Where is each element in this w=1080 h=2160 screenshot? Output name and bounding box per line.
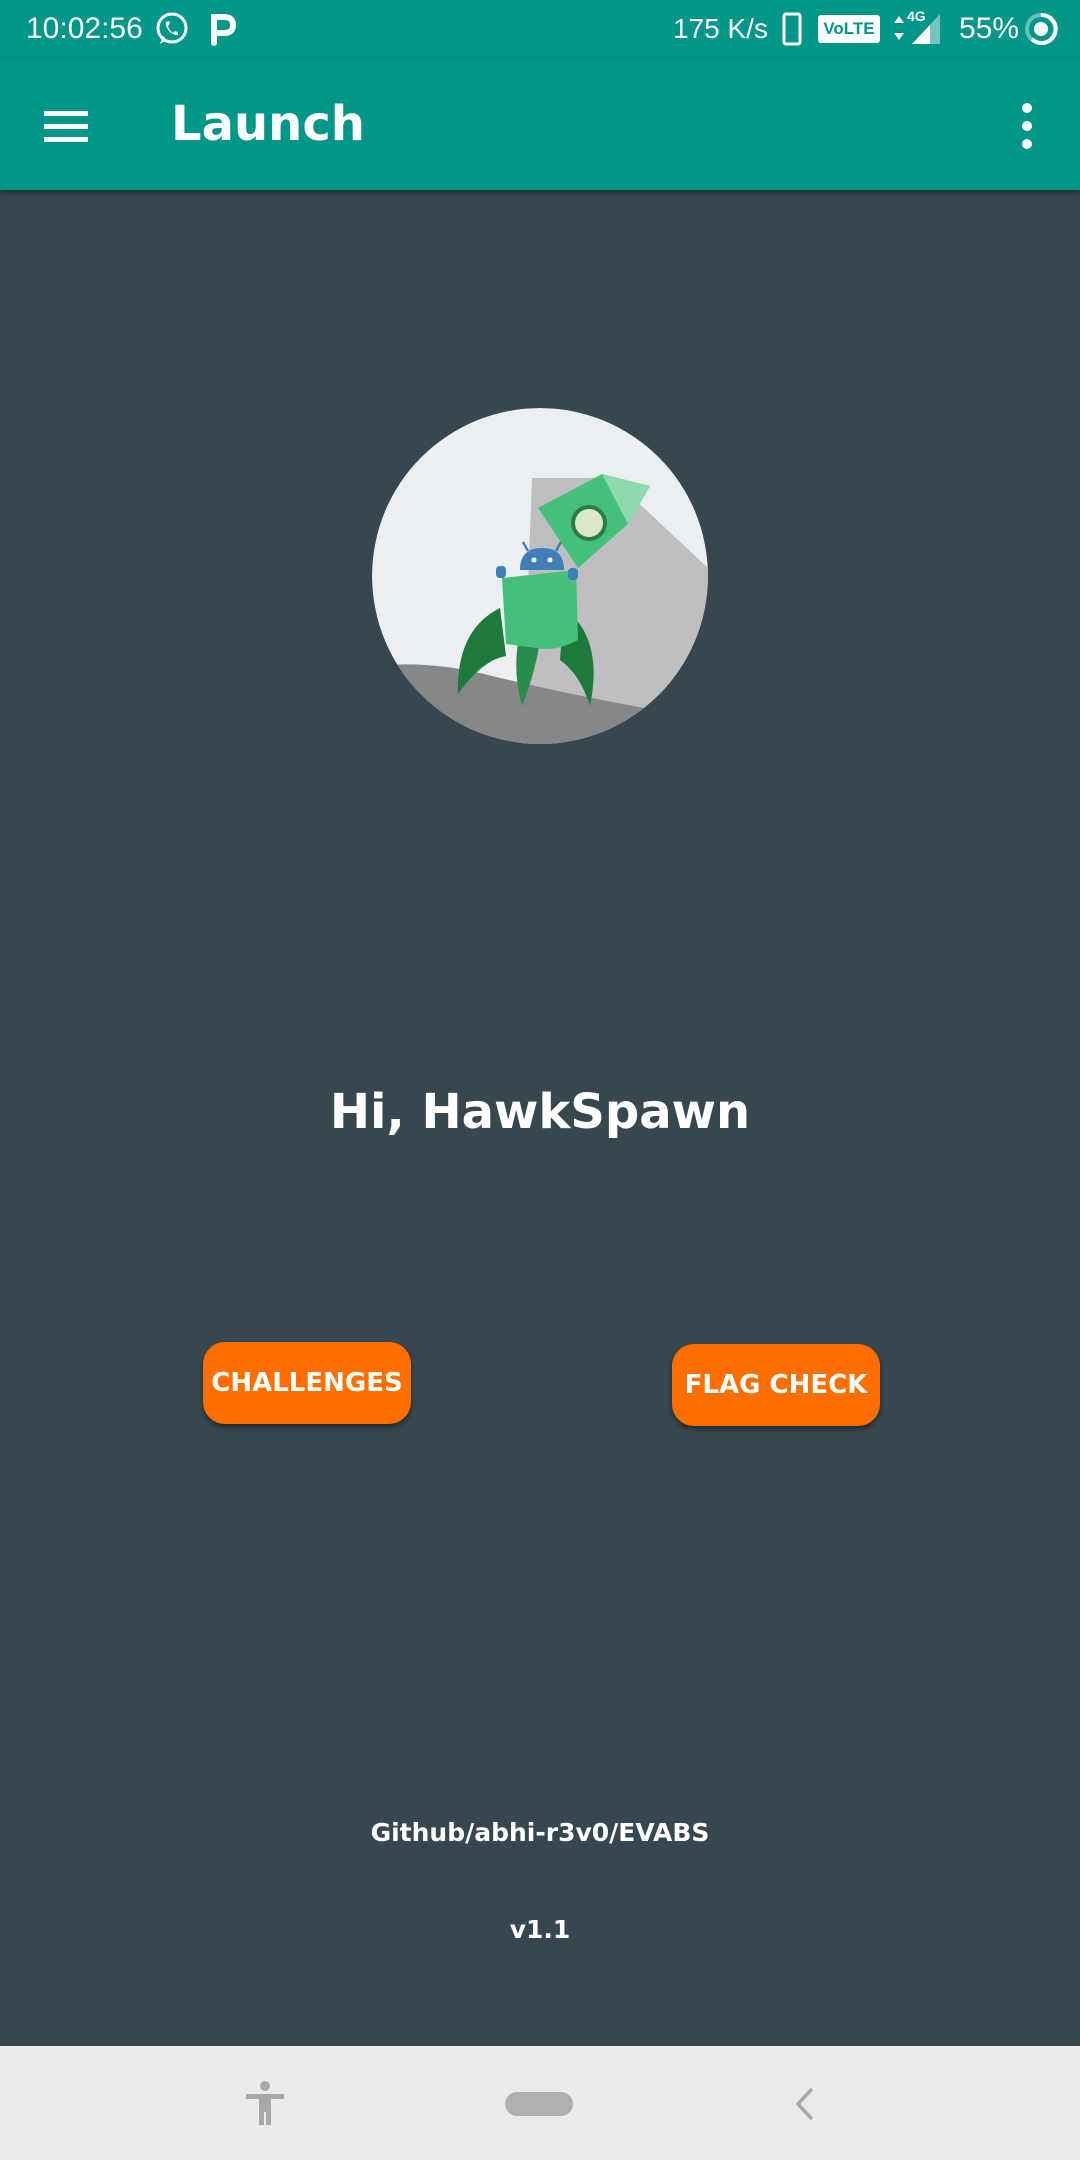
battery-icon: [1025, 12, 1058, 45]
status-time: 10:02:56: [26, 12, 143, 45]
battery-percent: 55%: [959, 12, 1020, 45]
parking-icon: [211, 14, 237, 46]
home-pill-icon[interactable]: [505, 2092, 573, 2116]
signal-icon: [912, 14, 940, 44]
more-vert-icon: [1022, 103, 1032, 149]
version-label: v1.1: [509, 1915, 571, 1944]
back-icon[interactable]: [789, 2084, 819, 2124]
whatsapp-icon: [156, 12, 188, 44]
status-bar: 10:02:56 175 K/s VoLTE 4G 55%: [0, 0, 1080, 58]
screen: 10:02:56 175 K/s VoLTE 4G 55% Launch Hi,…: [0, 0, 1080, 2160]
rocket-android-logo: [372, 408, 708, 744]
app-bar: Launch: [0, 58, 1080, 190]
flag-check-button[interactable]: FLAG CHECK: [672, 1344, 880, 1426]
data-arrows-icon: [894, 16, 904, 40]
volte-label: VoLTE: [823, 19, 875, 38]
github-link: Github/abhi-r3v0/EVABS: [370, 1818, 710, 1847]
challenges-button[interactable]: CHALLENGES: [203, 1342, 411, 1424]
page-title: Launch: [171, 96, 365, 152]
volte-icon: VoLTE: [818, 15, 880, 43]
hamburger-menu-icon: [44, 111, 88, 142]
network-speed: 175 K/s: [673, 13, 768, 44]
navigation-bar: [0, 2046, 1080, 2160]
menu-button[interactable]: [22, 82, 110, 170]
phone-icon: [782, 12, 802, 46]
overflow-menu-button[interactable]: [998, 82, 1058, 170]
accessibility-icon[interactable]: [240, 2079, 290, 2129]
greeting-text: Hi, HawkSpawn: [329, 1084, 751, 1140]
